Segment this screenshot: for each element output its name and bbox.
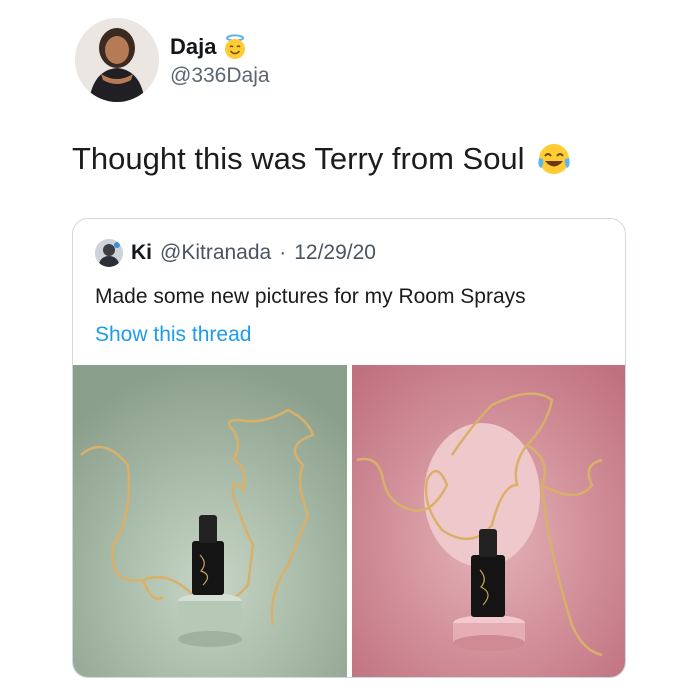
quoted-tweet-card[interactable]: Ki @Kitranada · 12/29/20 Made some new p… bbox=[72, 218, 626, 678]
face-with-tears-of-joy-icon bbox=[535, 140, 573, 178]
quoted-author-avatar[interactable] bbox=[95, 239, 123, 267]
author-avatar[interactable] bbox=[75, 18, 159, 102]
quoted-tweet-text: Made some new pictures for my Room Spray… bbox=[95, 285, 526, 308]
photo-room-spray-pink[interactable] bbox=[351, 365, 625, 677]
smiling-face-with-halo-icon bbox=[222, 34, 248, 60]
quoted-author-handle[interactable]: @Kitranada bbox=[160, 241, 271, 265]
quoted-tweet-photos bbox=[73, 365, 625, 677]
quoted-tweet-header: Ki @Kitranada · 12/29/20 bbox=[95, 239, 376, 267]
author-handle[interactable]: @336Daja bbox=[170, 64, 270, 88]
author-name[interactable]: Daja bbox=[170, 34, 216, 60]
quoted-tweet-date[interactable]: 12/29/20 bbox=[294, 241, 376, 265]
show-thread-link[interactable]: Show this thread bbox=[95, 323, 251, 347]
meta-separator: · bbox=[279, 241, 287, 264]
photo-room-spray-green[interactable] bbox=[73, 365, 347, 677]
tweet-text: Thought this was Terry from Soul bbox=[72, 140, 573, 178]
author-block: Daja @336Daja bbox=[170, 34, 270, 88]
tweet-body: Thought this was Terry from Soul bbox=[72, 141, 525, 176]
quoted-author-name[interactable]: Ki bbox=[131, 241, 152, 265]
